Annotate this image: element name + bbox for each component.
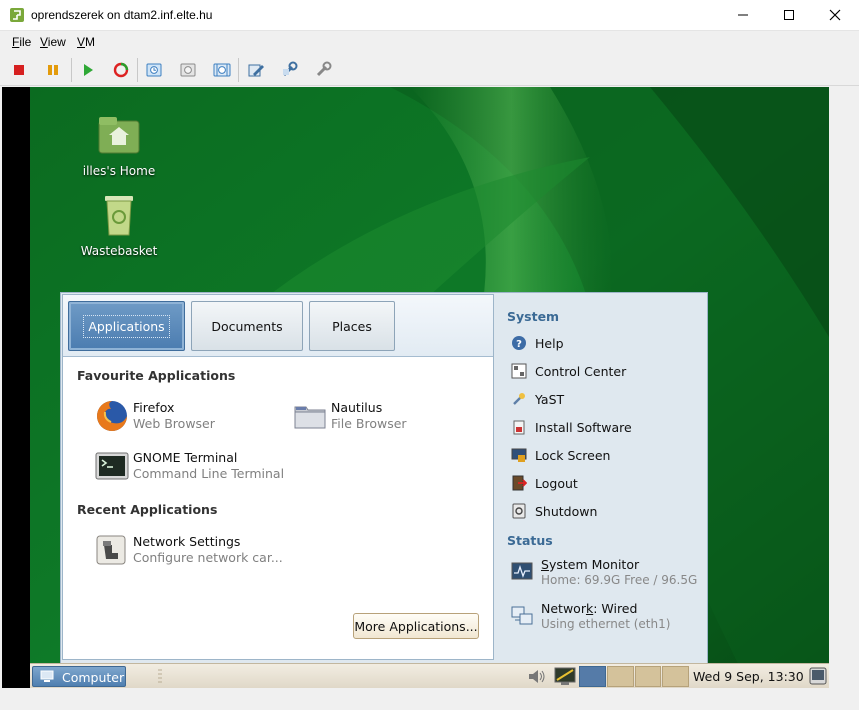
snapshot-button[interactable]: [143, 59, 165, 81]
recent-applications-heading: Recent Applications: [77, 502, 218, 517]
system-item-logout[interactable]: Logout: [511, 473, 701, 495]
terminal-icon: [95, 452, 129, 480]
guest-desktop[interactable]: illes's Home Wastebasket Applications Do…: [30, 87, 829, 688]
maximize-icon: [784, 10, 794, 20]
preferences-button[interactable]: [313, 59, 335, 81]
more-applications-button[interactable]: More Applications...: [353, 613, 479, 639]
network-settings-icon: [96, 535, 126, 565]
start-button[interactable]: [77, 59, 99, 81]
home-folder-icon: [98, 117, 140, 154]
computer-icon: [40, 670, 54, 682]
app-nautilus[interactable]: Nautilus File Browser: [293, 397, 483, 435]
close-icon: [829, 9, 841, 21]
start-menu-tabs: Applications Documents Places: [63, 295, 493, 357]
snapshot-manager-button[interactable]: [211, 59, 233, 81]
panel-handle-icon: [158, 669, 162, 684]
vm-app-icon: [10, 8, 24, 22]
install-tools-button[interactable]: [279, 59, 301, 81]
desktop-icon-home[interactable]: illes's Home: [74, 113, 164, 178]
wastebasket-icon: [105, 196, 133, 236]
toolbar-separator: [238, 58, 239, 82]
system-item-help[interactable]: ? Help: [511, 333, 701, 355]
pause-button[interactable]: [42, 59, 64, 81]
control-center-icon: [511, 363, 527, 379]
workspace-4[interactable]: [662, 666, 689, 687]
volume-icon[interactable]: [527, 668, 547, 685]
system-item-control-center[interactable]: Control Center: [511, 361, 701, 383]
svg-text:?: ?: [516, 339, 522, 350]
tab-applications[interactable]: Applications: [68, 301, 185, 351]
system-item-yast[interactable]: YaST: [511, 389, 701, 411]
vm-display[interactable]: illes's Home Wastebasket Applications Do…: [2, 87, 829, 688]
revert-button[interactable]: [177, 59, 199, 81]
app-firefox[interactable]: Firefox Web Browser: [95, 397, 295, 435]
bottom-panel: Computer Wed 9 Sep, 13:30: [30, 663, 829, 688]
firefox-icon: [97, 401, 127, 431]
workspace-switcher[interactable]: [579, 666, 689, 687]
desktop-icon-label: Wastebasket: [80, 244, 158, 258]
computer-menu-button[interactable]: Computer: [32, 666, 126, 687]
minimize-icon: [738, 14, 748, 16]
menu-file[interactable]: File: [12, 35, 31, 49]
system-monitor-icon: [511, 562, 533, 580]
tools-icon: [282, 61, 298, 77]
panel-clock[interactable]: Wed 9 Sep, 13:30: [693, 669, 804, 684]
show-desktop-icon[interactable]: [809, 667, 827, 686]
tab-places[interactable]: Places: [309, 301, 395, 351]
reset-button[interactable]: [110, 59, 132, 81]
preferences-icon: [316, 61, 332, 77]
favourite-applications-heading: Favourite Applications: [77, 368, 236, 383]
menu-view[interactable]: View: [40, 35, 66, 49]
workspace-3[interactable]: [634, 666, 662, 687]
toolbar-separator: [137, 58, 138, 82]
display-settings-icon[interactable]: [554, 667, 576, 686]
workspace-2[interactable]: [606, 666, 634, 687]
window-titlebar: oprendszerek on dtam2.inf.elte.hu: [0, 0, 859, 31]
reset-icon: [113, 62, 129, 78]
system-heading: System: [507, 309, 560, 324]
status-network[interactable]: Network: Wired Using ethernet (eth1): [511, 601, 706, 637]
tab-documents[interactable]: Documents: [191, 301, 303, 351]
pause-icon: [48, 65, 58, 75]
shutdown-icon: [512, 503, 526, 519]
install-software-icon: [513, 420, 525, 435]
window-title: oprendszerek on dtam2.inf.elte.hu: [31, 8, 213, 22]
toolbar: [0, 53, 859, 86]
desktop-icon-wastebasket[interactable]: Wastebasket: [74, 193, 164, 258]
vm-settings-button[interactable]: [245, 59, 267, 81]
system-item-install-software[interactable]: Install Software: [511, 417, 701, 439]
desktop-icon-label: illes's Home: [82, 164, 156, 178]
status-heading: Status: [507, 533, 553, 548]
system-item-shutdown[interactable]: Shutdown: [511, 501, 701, 523]
start-menu: Applications Documents Places Favourite …: [60, 292, 708, 664]
play-icon: [84, 64, 93, 76]
lock-screen-icon: [511, 448, 527, 462]
toolbar-separator: [71, 58, 72, 82]
status-system-monitor[interactable]: System Monitor Home: 69.9G Free / 96.5G: [511, 557, 706, 593]
stop-button[interactable]: [8, 59, 30, 81]
snapshot-manager-icon: [213, 63, 231, 77]
app-network-settings[interactable]: Network Settings Configure network car..…: [95, 531, 325, 569]
file-browser-icon: [294, 406, 326, 429]
logout-icon: [512, 475, 527, 491]
help-icon: ?: [512, 336, 526, 350]
maximize-button[interactable]: [766, 0, 812, 30]
snapshot-icon: [146, 63, 162, 77]
workspace-1[interactable]: [579, 666, 606, 687]
close-button[interactable]: [812, 0, 858, 30]
menu-vm[interactable]: VM: [77, 35, 95, 49]
minimize-button[interactable]: [720, 0, 766, 30]
start-menu-left-pane: Applications Documents Places Favourite …: [62, 294, 494, 660]
revert-icon: [180, 63, 196, 77]
stop-icon: [14, 65, 24, 75]
app-gnome-terminal[interactable]: GNOME Terminal Command Line Terminal: [95, 447, 325, 485]
network-status-icon: [511, 606, 533, 625]
yast-icon: [513, 393, 525, 405]
system-item-lock-screen[interactable]: Lock Screen: [511, 445, 701, 467]
start-menu-right-pane: System ? Help Control Center YaST Instal…: [497, 293, 707, 663]
menu-bar: File View VM: [0, 31, 859, 53]
settings-icon: [248, 64, 264, 77]
